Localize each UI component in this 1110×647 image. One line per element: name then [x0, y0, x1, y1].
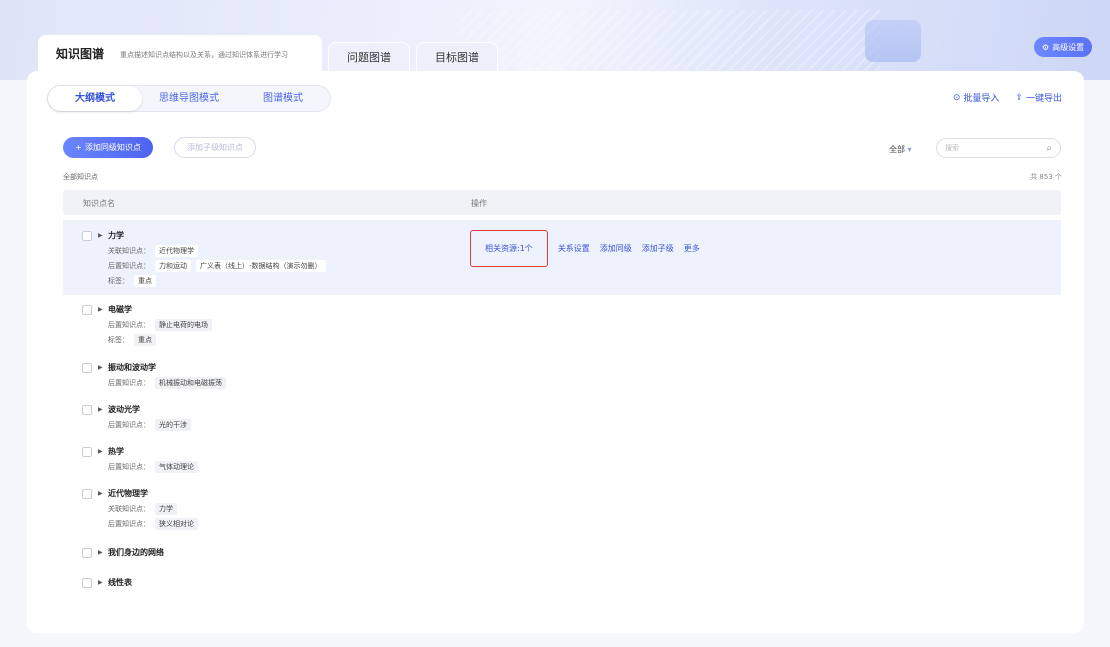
expand-arrow-icon[interactable]: ▶: [98, 306, 103, 313]
filter-dropdown[interactable]: 全部 ▾: [889, 144, 912, 155]
settings-icon: ⚙: [1041, 42, 1050, 52]
tab-question-graph[interactable]: 问题图谱: [328, 42, 410, 71]
mode-graph[interactable]: 图谱模式: [236, 86, 330, 111]
relation-settings-link[interactable]: 关系设置: [558, 243, 590, 254]
row-checkbox[interactable]: [82, 363, 92, 373]
main-panel: 大纲模式 思维导图模式 图谱模式 ⊙ 批量导入 ⇪ 一键导出 + 添加同级知识点…: [27, 71, 1084, 633]
row-checkbox[interactable]: [82, 231, 92, 241]
table-row[interactable]: ▶ 热学 后置知识点： 气体动理论: [63, 443, 1061, 477]
table-row[interactable]: ▶ 线性表: [63, 574, 1061, 594]
advanced-settings-button[interactable]: ⚙ 高级设置: [1034, 37, 1092, 57]
export-button[interactable]: ⇪ 一键导出: [1015, 91, 1062, 105]
table-header: 知识点名 操作: [63, 190, 1061, 215]
table-row[interactable]: ▶ 我们身边的网络: [63, 544, 1061, 564]
row-checkbox[interactable]: [82, 489, 92, 499]
plus-icon: +: [75, 143, 82, 152]
expand-arrow-icon[interactable]: ▶: [98, 364, 103, 371]
table-row[interactable]: ▶ 力学 关联知识点： 近代物理学 后置知识点： 力和运动 广义表（线上）-数据…: [63, 220, 1061, 295]
add-sibling-button[interactable]: + 添加同级知识点: [63, 137, 153, 158]
mode-mindmap[interactable]: 思维导图模式: [142, 86, 236, 111]
total-count: 共 853 个: [1030, 173, 1062, 181]
mode-outline[interactable]: 大纲模式: [48, 86, 142, 111]
add-child-link[interactable]: 添加子级: [642, 243, 674, 254]
header-illustration: [865, 20, 921, 62]
row-checkbox[interactable]: [82, 305, 92, 315]
expand-arrow-icon[interactable]: ▶: [98, 579, 103, 586]
search-icon: ⌕: [1046, 142, 1052, 154]
add-sibling-link[interactable]: 添加同级: [600, 243, 632, 254]
expand-arrow-icon[interactable]: ▶: [98, 406, 103, 413]
add-child-button[interactable]: 添加子级知识点: [174, 137, 256, 158]
expand-arrow-icon[interactable]: ▶: [98, 490, 103, 497]
table-row[interactable]: ▶ 振动和波动学 后置知识点： 机械振动和电磁振荡: [63, 359, 1061, 393]
upload-icon: ⇪: [1015, 92, 1023, 103]
table-row[interactable]: ▶ 电磁学 后置知识点： 静止电荷的电场 标签： 重点: [63, 299, 1061, 351]
search-input[interactable]: 搜索 ⌕: [936, 138, 1061, 158]
row-checkbox[interactable]: [82, 447, 92, 457]
expand-arrow-icon[interactable]: ▶: [98, 448, 103, 455]
tab-goal-graph[interactable]: 目标图谱: [416, 42, 498, 71]
expand-arrow-icon[interactable]: ▶: [98, 232, 103, 239]
row-checkbox[interactable]: [82, 578, 92, 588]
table-row[interactable]: ▶ 波动光学 后置知识点： 光的干涉: [63, 401, 1061, 435]
header-decoration: [460, 10, 880, 70]
table-row[interactable]: ▶ 近代物理学 关联知识点： 力学 后置知识点： 狭义相对论: [63, 485, 1061, 535]
top-actions: ⊙ 批量导入 ⇪ 一键导出: [952, 91, 1062, 105]
row-checkbox[interactable]: [82, 405, 92, 415]
more-link[interactable]: 更多: [684, 243, 700, 254]
import-icon: ⊙: [952, 92, 961, 103]
related-resources-link[interactable]: 相关资源:1个: [470, 230, 548, 267]
mode-switcher: 大纲模式 思维导图模式 图谱模式: [47, 85, 331, 112]
batch-import-button[interactable]: ⊙ 批量导入: [952, 91, 1000, 105]
tab-knowledge-graph[interactable]: 知识图谱 重点描述知识点结构以及关系，通过知识体系进行学习: [38, 35, 322, 71]
row-actions: 相关资源:1个 关系设置 添加同级 添加子级 更多: [470, 230, 700, 267]
expand-arrow-icon[interactable]: ▶: [98, 549, 103, 556]
tab-bar: 知识图谱 重点描述知识点结构以及关系，通过知识体系进行学习 问题图谱 目标图谱: [38, 35, 498, 71]
caret-down-icon: ▾: [907, 145, 912, 154]
list-title: 全部知识点: [63, 173, 98, 181]
row-checkbox[interactable]: [82, 548, 92, 558]
